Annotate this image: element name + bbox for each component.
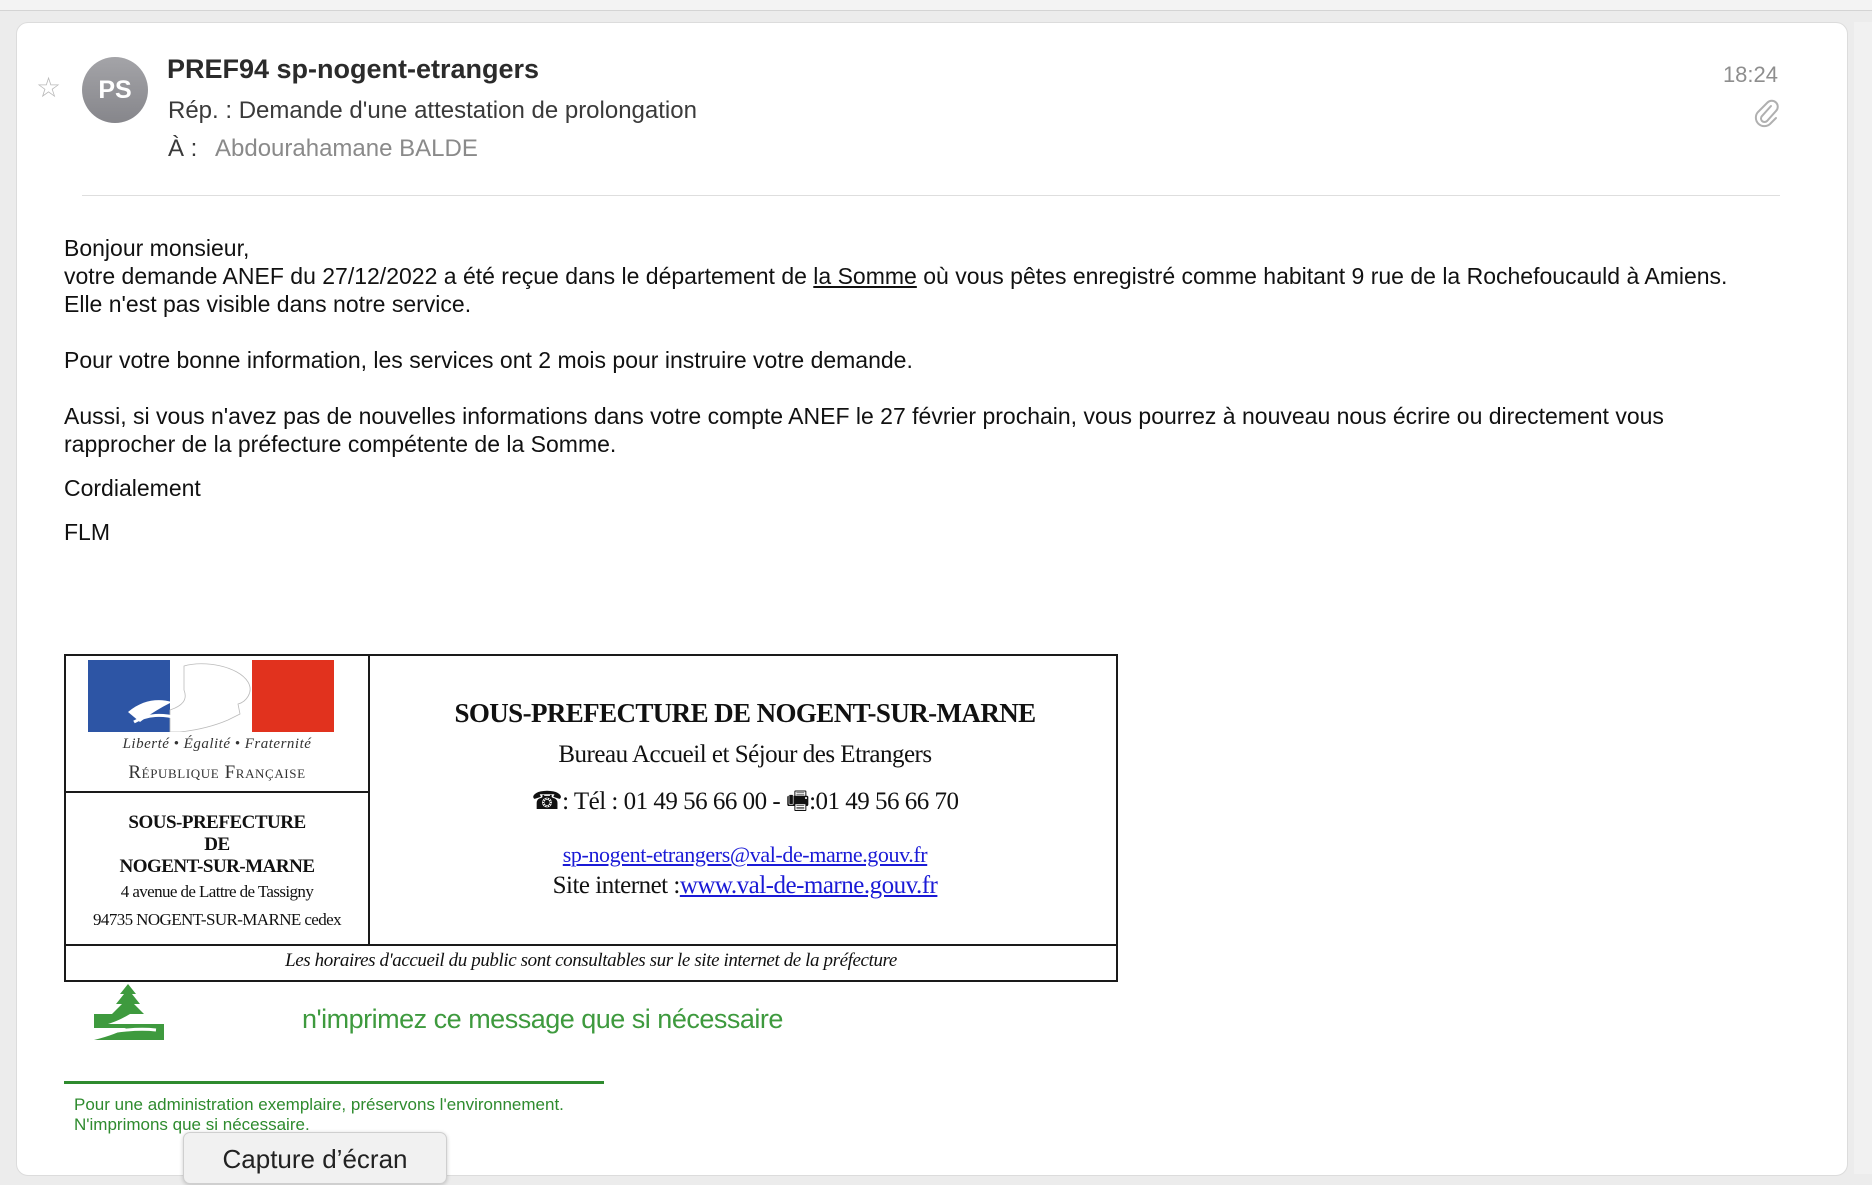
recipient-name[interactable]: Abdourahamane BALDE <box>215 135 478 163</box>
phone-line: ☎: Tél : 01 49 56 66 00 - 🖷:01 49 56 66 … <box>531 788 959 815</box>
header-divider <box>82 195 1780 196</box>
address-city: 94735 NOGENT-SUR-MARNE cedex <box>93 910 342 929</box>
tree-icon <box>94 984 164 1040</box>
website-line: Site internet :www.val-de-marne.gouv.fr <box>552 872 938 899</box>
screenshot-tooltip: Capture d’écran <box>183 1132 447 1184</box>
greeting: Bonjour monsieur, <box>64 235 250 261</box>
body-paragraph: Aussi, si vous n'avez pas de nouvelles i… <box>64 403 1664 457</box>
star-icon[interactable]: ☆ <box>36 74 61 102</box>
office-name-left: SOUS-PREFECTURE DE NOGENT-SUR-MARNE <box>119 812 315 877</box>
website-link[interactable]: www.val-de-marne.gouv.fr <box>680 872 938 899</box>
somme-link[interactable]: la Somme <box>813 263 917 289</box>
scrollbar[interactable] <box>1854 22 1872 1174</box>
signature-initials: FLM <box>64 519 110 545</box>
marianne-logo <box>88 660 334 732</box>
republic-motto: Liberté • Égalité • Fraternité <box>122 736 312 752</box>
office-bureau: Bureau Accueil et Séjour des Etrangers <box>558 741 932 768</box>
avatar: PS <box>82 57 148 123</box>
message-body: Bonjour monsieur, votre demande ANEF du … <box>64 234 1764 546</box>
office-title: SOUS-PREFECTURE DE NOGENT-SUR-MARNE <box>454 698 1036 728</box>
window-top-strip <box>0 0 1872 11</box>
opening-hours-note: Les horaires d'accueil du public sont co… <box>285 950 897 971</box>
signature-block: Liberté • Égalité • Fraternité Républiqu… <box>64 654 1118 982</box>
body-line: Elle n'est pas visible dans notre servic… <box>64 291 472 317</box>
body-text-segment: votre demande ANEF du 27/12/2022 a été r… <box>64 263 814 289</box>
body-text-segment: où vous pêtes enregistré comme habitant … <box>916 263 1728 289</box>
message-subject: Rép. : Demande d'une attestation de prol… <box>168 97 697 124</box>
closing: Cordialement <box>64 475 201 501</box>
sender-name[interactable]: PREF94 sp-nogent-etrangers <box>167 54 539 85</box>
footer-note: Pour une administration exemplaire, prés… <box>74 1095 564 1134</box>
republic-name: République Française <box>128 762 306 783</box>
eco-print-message: n'imprimez ce message que si nécessaire <box>302 1004 783 1034</box>
address-street: 4 avenue de Lattre de Tassigny <box>120 882 314 901</box>
paperclip-icon[interactable] <box>1754 98 1780 128</box>
body-paragraph: Pour votre bonne information, les servic… <box>64 347 913 373</box>
phone-icon: ☎ <box>531 788 563 815</box>
fax-icon: 🖷 <box>785 788 810 815</box>
footer-green-rule <box>64 1081 604 1084</box>
office-email-link[interactable]: sp-nogent-etrangers@val-de-marne.gouv.fr <box>370 842 1120 868</box>
body-line: votre demande ANEF du 27/12/2022 a été r… <box>64 262 1764 290</box>
message-time: 18:24 <box>1722 62 1778 87</box>
recipient-label: À : <box>168 135 198 162</box>
